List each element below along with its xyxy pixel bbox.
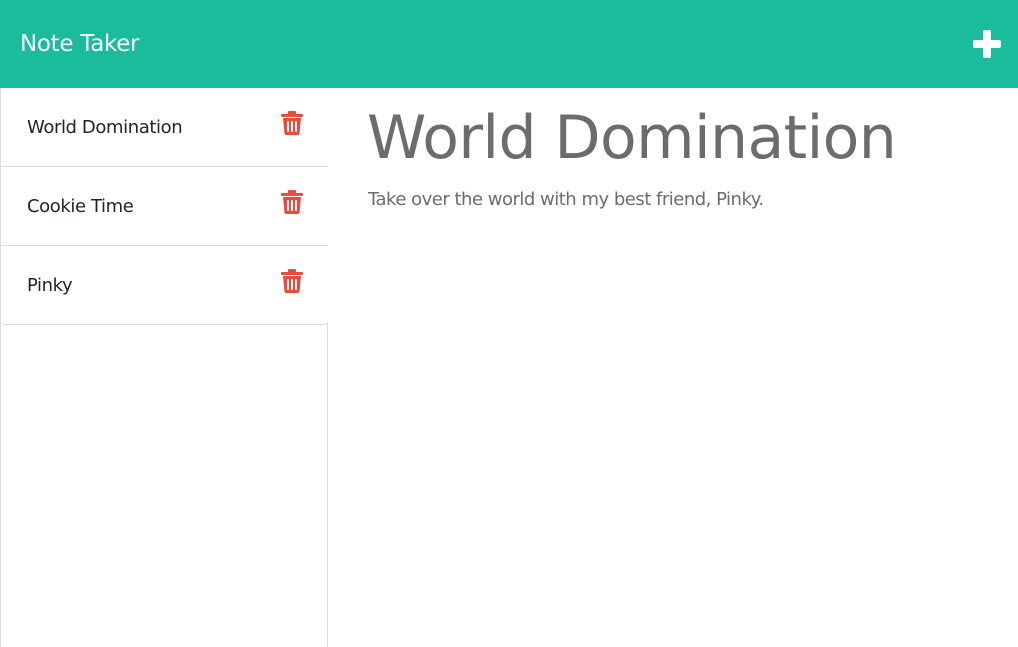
list-item[interactable]: Pinky [1, 246, 328, 325]
notes-sidebar: World Domination Cookie Time Pinky [0, 88, 328, 647]
note-text-field[interactable]: Take over the world with my best friend,… [368, 187, 764, 213]
note-list-title[interactable]: World Domination [27, 116, 183, 140]
note-list: World Domination Cookie Time Pinky [1, 88, 328, 325]
trash-icon[interactable] [281, 190, 303, 214]
note-list-title[interactable]: Pinky [27, 274, 73, 298]
trash-icon[interactable] [281, 111, 303, 135]
list-item[interactable]: World Domination [1, 88, 328, 167]
note-title-field[interactable]: World Domination [367, 102, 897, 174]
list-item[interactable]: Cookie Time [1, 167, 328, 246]
navbar: Note Taker [0, 0, 1018, 88]
app-title[interactable]: Note Taker [20, 29, 140, 59]
note-list-title[interactable]: Cookie Time [27, 195, 134, 219]
note-editor: World Domination Take over the world wit… [328, 88, 1018, 647]
plus-icon[interactable] [970, 27, 1004, 61]
trash-icon[interactable] [281, 269, 303, 293]
